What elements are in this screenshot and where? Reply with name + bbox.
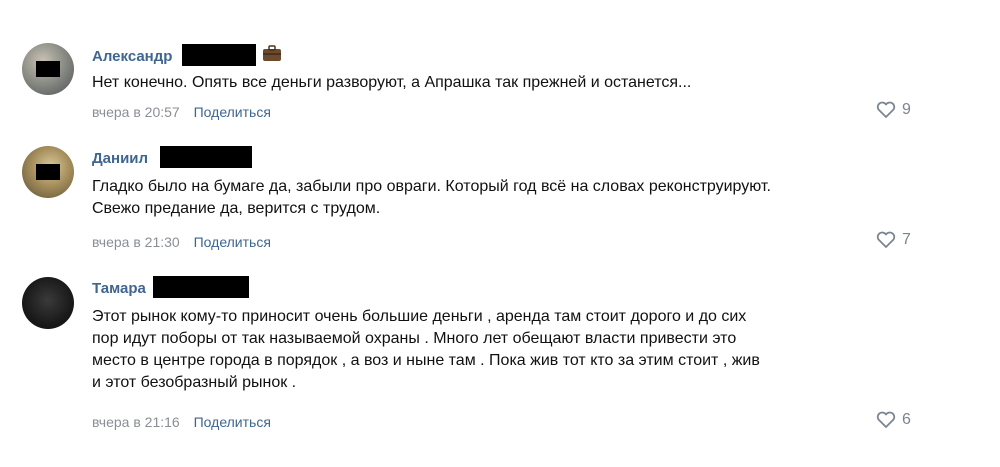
- author-name[interactable]: Даниил: [92, 150, 148, 167]
- share-button[interactable]: Поделиться: [194, 414, 271, 430]
- avatar[interactable]: [22, 277, 74, 329]
- comment-line: Свежо предание да, верится с трудом.: [92, 200, 381, 217]
- like-button[interactable]: 7: [876, 231, 911, 249]
- comment-text: Этот рынок кому-то приносит очень больши…: [92, 306, 932, 394]
- avatar[interactable]: [22, 146, 74, 198]
- timestamp[interactable]: вчера в 20:57: [92, 104, 180, 120]
- comment-line: и этот безобразный рынок .: [92, 374, 297, 391]
- comment-text: Нет конечно. Опять все деньги разворуют,…: [92, 72, 932, 94]
- timestamp[interactable]: вчера в 21:30: [92, 234, 180, 250]
- comment-line: Гладко было на бумаге да, забыли про овр…: [92, 178, 771, 195]
- heart-icon: [876, 101, 896, 119]
- timestamp[interactable]: вчера в 21:16: [92, 414, 180, 430]
- like-count: 7: [902, 231, 911, 248]
- like-count: 9: [902, 101, 911, 118]
- avatar-redaction: [36, 164, 60, 180]
- author-name[interactable]: Тамара: [92, 280, 146, 297]
- name-redaction: [160, 146, 252, 168]
- comment-text: Гладко было на бумаге да, забыли про овр…: [92, 176, 932, 220]
- like-button[interactable]: 6: [876, 411, 911, 429]
- avatar-redaction: [36, 61, 60, 77]
- comment-line: пор идут поборы от так называемой охраны…: [92, 330, 737, 347]
- comment-line: Нет конечно. Опять все деньги разворуют,…: [92, 74, 692, 91]
- heart-icon: [876, 411, 896, 429]
- share-button[interactable]: Поделиться: [194, 104, 271, 120]
- comment-line: место в центре города в порядок , а воз …: [92, 352, 760, 369]
- comment-meta: вчера в 20:57 Поделиться: [92, 104, 271, 120]
- name-redaction: [182, 44, 256, 66]
- comment-line: Этот рынок кому-то приносит очень больши…: [92, 308, 747, 325]
- comment-meta: вчера в 21:30 Поделиться: [92, 234, 271, 250]
- share-button[interactable]: Поделиться: [194, 234, 271, 250]
- avatar[interactable]: [22, 43, 74, 95]
- like-count: 6: [902, 411, 911, 428]
- author-name[interactable]: Александр: [92, 48, 172, 65]
- briefcase-icon: [262, 44, 282, 67]
- comment-meta: вчера в 21:16 Поделиться: [92, 414, 271, 430]
- like-button[interactable]: 9: [876, 101, 911, 119]
- name-redaction: [153, 276, 249, 298]
- heart-icon: [876, 231, 896, 249]
